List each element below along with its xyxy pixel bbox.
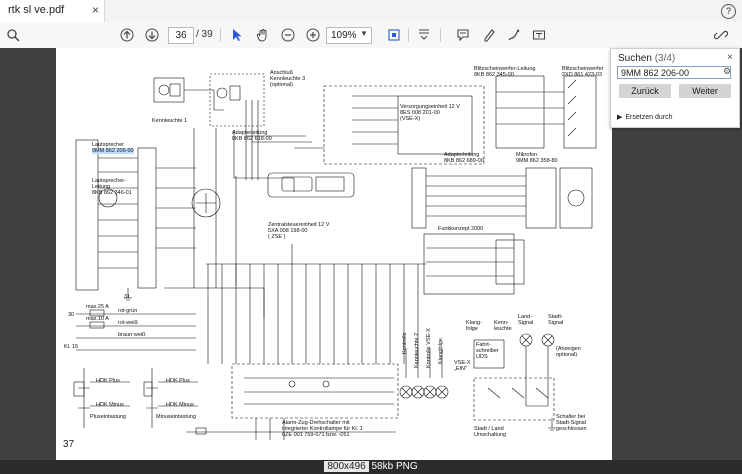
label-vse-ein: VSE-X „EIN" bbox=[454, 360, 471, 372]
label-kennleuchte: Kenn- leuchte bbox=[494, 320, 512, 332]
label-stadt-signal: Stadt- Signal bbox=[548, 314, 564, 326]
zoom-in-icon[interactable] bbox=[304, 26, 322, 44]
status-bar: 800x496 58kb PNG bbox=[0, 460, 742, 474]
label-alarm-switch: Alarm-Zug-Drehschalter mit integrierter … bbox=[282, 420, 363, 438]
label-minuseintastung: Minuseintastung bbox=[156, 414, 197, 420]
label-adapter-689: Adapterleitung 8KB 862 689-00 bbox=[444, 152, 484, 164]
next-result-button[interactable]: Weiter bbox=[679, 84, 731, 98]
gear-icon[interactable]: ⚙ bbox=[723, 66, 731, 77]
close-icon[interactable]: × bbox=[727, 52, 733, 63]
label-kl30: 30 bbox=[68, 312, 75, 318]
zoom-out-icon[interactable] bbox=[279, 26, 297, 44]
fit-page-icon[interactable] bbox=[385, 26, 403, 44]
label-lautsprecher-number: 9MM 862 206-00 bbox=[92, 148, 134, 154]
label-schalter: Schalter bei Stadt-Signal geschlossen bbox=[556, 414, 587, 432]
label-stadt-land: Stadt / Land Umschaltung bbox=[474, 426, 507, 438]
label-versorgungseinheit: Versorgungseinheit 12 V 8ES 008 201-00 (… bbox=[400, 104, 460, 122]
image-size: 800x496 bbox=[324, 461, 369, 472]
label-adapter-618: Adapterleitung 8KB 862 618-00 bbox=[232, 130, 272, 142]
label-funkkonzept: Funkkonzept 2000 bbox=[438, 226, 484, 232]
search-input[interactable]: 9MM 862 206-00 bbox=[617, 66, 731, 79]
label-klangfolge: Klang- folge bbox=[466, 320, 482, 332]
label-max10: max.10 A bbox=[86, 316, 109, 322]
tab-title: rtk sl ve.pdf bbox=[8, 4, 65, 16]
search-panel: Suchen (3/4) × 9MM 862 206-00 ⚙ Zurück W… bbox=[610, 48, 740, 128]
label-anzeigen-optional: (Anzeigen optional) bbox=[556, 346, 581, 358]
close-tab-icon[interactable]: × bbox=[92, 3, 99, 17]
label-blitz-leitung: Blitzscheinwerfer-Leitung 8KB 862 345-00 bbox=[474, 66, 536, 78]
label-lautsprecher-leitung: Lautsprecher- Leitung 8KB 862 346-01 bbox=[92, 178, 132, 196]
label-braun-weiss: braun-weiß bbox=[118, 332, 146, 338]
page-number-input[interactable]: 36 bbox=[168, 27, 194, 44]
label-kennleuchte-2: Kennleuchte 2 bbox=[414, 332, 420, 368]
chevron-down-icon[interactable]: ▼ bbox=[360, 29, 368, 38]
chevron-right-icon: ▶ bbox=[617, 114, 623, 121]
label-hdk-plus-right: HDK Plus bbox=[166, 378, 190, 384]
comment-icon[interactable] bbox=[454, 26, 472, 44]
draw-icon[interactable] bbox=[505, 26, 523, 44]
label-kl15: Kl. 15 bbox=[64, 344, 79, 350]
help-icon[interactable]: ? bbox=[721, 4, 736, 19]
image-file-info: 58kb PNG bbox=[371, 461, 418, 472]
label-zentralsteuereinheit: Zentralsteuereinheit 12 V 5XA 008 198-00… bbox=[268, 222, 330, 240]
label-anschluss: Anschluß Kennleuchte 3 (optional) bbox=[270, 70, 306, 88]
label-blitzscheinwerfer: Blitzscheinwerfer 2XD 861 423-03 bbox=[562, 66, 604, 78]
label-rot-weiss: rot-weiß bbox=[118, 320, 138, 326]
label-rot-gruen: rot-grün bbox=[118, 308, 138, 314]
highlight-pen-icon[interactable] bbox=[480, 26, 498, 44]
label-kennleuchte-1: Kennleuchte 1 bbox=[152, 118, 188, 124]
page-layout-icon[interactable] bbox=[415, 26, 433, 44]
toolbar-divider bbox=[220, 28, 221, 42]
toolbar: 36 / 39 109% ▼ bbox=[0, 22, 742, 49]
previous-page-icon[interactable] bbox=[118, 26, 136, 44]
wiring-diagram bbox=[73, 73, 597, 440]
search-icon[interactable] bbox=[4, 26, 22, 44]
hand-tool-icon[interactable] bbox=[254, 26, 272, 44]
label-hdk-minus-left: HDK Minus bbox=[96, 402, 124, 408]
share-icon[interactable] bbox=[712, 26, 730, 44]
search-title: Suchen (3/4) bbox=[618, 53, 676, 64]
label-kl31: 31 bbox=[124, 294, 131, 300]
pdf-page: Kennleuchte 1 Anschluß Kennleuchte 3 (op… bbox=[56, 48, 612, 460]
page-number-label: 37 bbox=[61, 438, 77, 451]
toolbar-divider bbox=[440, 28, 441, 42]
select-cursor-icon[interactable] bbox=[228, 26, 246, 44]
label-max25: max.25 A bbox=[86, 304, 109, 310]
page-total: / 39 bbox=[196, 29, 213, 40]
label-klangfolge-lamp: Klangfolge bbox=[438, 338, 444, 364]
label-hdk-plus-left: HDK Plus bbox=[96, 378, 120, 384]
toolbar-divider bbox=[408, 28, 409, 42]
label-land-signal: Land- Signal bbox=[518, 314, 534, 326]
replace-toggle[interactable]: ▶ Ersetzen durch bbox=[617, 111, 675, 121]
label-kontrolle: Kontrolle bbox=[402, 332, 408, 354]
text-box-icon[interactable] bbox=[530, 26, 548, 44]
previous-result-button[interactable]: Zurück bbox=[619, 84, 671, 98]
label-kontrolle-vse: Kontrolle VSE-X bbox=[426, 328, 432, 368]
document-tab[interactable]: rtk sl ve.pdf × bbox=[0, 0, 105, 22]
label-hdk-minus-right: HDK Minus bbox=[166, 402, 194, 408]
tab-bar: rtk sl ve.pdf × ? bbox=[0, 0, 742, 23]
label-mikrofon: Mikrofon 9MM 862 358-80 bbox=[516, 152, 558, 164]
label-pluseintastung: Pluseintastung bbox=[90, 414, 127, 420]
label-fahrtschreiber: Fahrt- schreiber UDS bbox=[476, 342, 499, 360]
next-page-icon[interactable] bbox=[143, 26, 161, 44]
